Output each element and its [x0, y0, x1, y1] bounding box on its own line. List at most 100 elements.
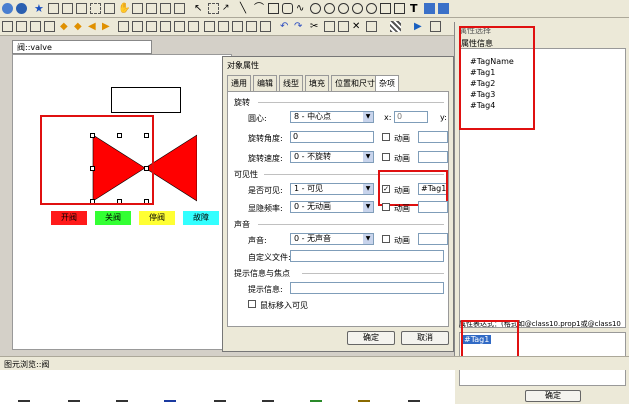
front-icon[interactable]: [30, 21, 41, 32]
layout-icon[interactable]: [62, 3, 73, 14]
pattern-icon[interactable]: [390, 21, 401, 32]
paste-icon[interactable]: [338, 21, 349, 32]
marquee-icon[interactable]: [208, 3, 219, 14]
valve-glyph-icon[interactable]: [116, 392, 128, 402]
stop-icon[interactable]: [430, 21, 441, 32]
print-icon[interactable]: [174, 3, 185, 14]
v-space-icon[interactable]: [260, 21, 271, 32]
text-icon[interactable]: T: [410, 3, 421, 14]
zoom-fit-icon[interactable]: [90, 3, 101, 14]
tab-line[interactable]: 线型: [279, 75, 303, 91]
cut-icon[interactable]: ✂: [310, 21, 321, 32]
polyline-icon[interactable]: ⌒: [254, 3, 265, 14]
tab-fill[interactable]: 填充: [305, 75, 329, 91]
tip-input[interactable]: [290, 282, 444, 294]
tab-general[interactable]: 通用: [227, 75, 251, 91]
ungroup-icon[interactable]: [16, 21, 27, 32]
align-center-icon[interactable]: [132, 21, 143, 32]
star-icon[interactable]: ★: [34, 3, 45, 14]
hand-icon[interactable]: ✋: [118, 3, 130, 14]
valve-glyph-icon[interactable]: [358, 392, 370, 402]
delete-icon[interactable]: ✕: [352, 21, 363, 32]
valve-glyph-icon[interactable]: [68, 392, 80, 402]
align-bottom-icon[interactable]: [188, 21, 199, 32]
same-height-icon[interactable]: [218, 21, 229, 32]
chart-icon[interactable]: [438, 3, 449, 14]
drawing-canvas[interactable]: 开阀 关阀 停阀 故障: [12, 54, 232, 350]
fit-height-icon[interactable]: [160, 3, 171, 14]
sound-expr-input[interactable]: [418, 233, 448, 245]
valve-label-box[interactable]: [111, 87, 181, 113]
fit-width-icon[interactable]: [146, 3, 157, 14]
flip-v-icon[interactable]: ▶: [102, 21, 113, 32]
same-size-icon[interactable]: [232, 21, 243, 32]
zoom-icon[interactable]: [104, 3, 115, 14]
custom-file-input[interactable]: [290, 250, 444, 262]
valve-glyph-icon[interactable]: [408, 392, 420, 402]
pie-icon[interactable]: [352, 3, 363, 14]
help-icon[interactable]: [16, 3, 27, 14]
ellipse-icon[interactable]: [310, 3, 321, 14]
cancel-button[interactable]: 取消: [401, 331, 449, 345]
sound-animate-label: 动画: [394, 236, 410, 245]
polygon-icon[interactable]: [380, 3, 391, 14]
center-select[interactable]: 8 - 中心点 ▼: [290, 111, 374, 123]
angle-expr-input[interactable]: [418, 131, 448, 143]
tab-position-size[interactable]: 位置和尺寸: [331, 75, 379, 91]
valve-glyph-icon[interactable]: [214, 392, 226, 402]
h-space-icon[interactable]: [246, 21, 257, 32]
speed-expr-input[interactable]: [418, 151, 448, 163]
speed-animate-checkbox[interactable]: [382, 153, 390, 161]
align-left-icon[interactable]: [118, 21, 129, 32]
ok-button[interactable]: 确定: [347, 331, 395, 345]
glyph-browser[interactable]: [0, 370, 455, 404]
copy-icon[interactable]: [324, 21, 335, 32]
same-width-icon[interactable]: [204, 21, 215, 32]
angle-animate-checkbox[interactable]: [382, 133, 390, 141]
sound-select[interactable]: 0 - 无声音 ▼: [290, 233, 374, 245]
align-middle-icon[interactable]: [174, 21, 185, 32]
rotate-left-icon[interactable]: ◆: [60, 21, 71, 32]
image-icon[interactable]: [424, 3, 435, 14]
valve-glyph-icon[interactable]: [18, 392, 30, 402]
align-icon[interactable]: [76, 3, 87, 14]
properties-icon[interactable]: [366, 21, 377, 32]
run-icon[interactable]: ▶: [414, 21, 425, 32]
frame-icon[interactable]: [132, 3, 143, 14]
grid-icon[interactable]: [48, 3, 59, 14]
circle-icon[interactable]: [324, 3, 335, 14]
back-icon[interactable]: [44, 21, 55, 32]
align-right-icon[interactable]: [146, 21, 157, 32]
undo-icon[interactable]: ↶: [280, 21, 291, 32]
mouse-visible-checkbox[interactable]: [248, 300, 256, 308]
blink-select[interactable]: 0 - 无动画 ▼: [290, 201, 374, 213]
speed-select[interactable]: 0 - 不旋转 ▼: [290, 151, 374, 163]
blink-animate-checkbox[interactable]: [382, 203, 390, 211]
round-rect-icon[interactable]: [282, 3, 293, 14]
flip-h-icon[interactable]: ◀: [88, 21, 99, 32]
align-top-icon[interactable]: [160, 21, 171, 32]
rotate-right-icon[interactable]: ◆: [74, 21, 85, 32]
side-ok-button[interactable]: 确定: [525, 390, 581, 402]
x-input[interactable]: 0: [394, 111, 428, 123]
rect-icon[interactable]: [268, 3, 279, 14]
line-icon[interactable]: ╲: [240, 3, 251, 14]
curve-icon[interactable]: ∿: [296, 3, 307, 14]
valve-glyph-icon[interactable]: [164, 392, 176, 402]
tab-misc[interactable]: 杂项: [375, 75, 399, 92]
chord-icon[interactable]: [366, 3, 377, 14]
sound-animate-checkbox[interactable]: [382, 235, 390, 243]
valve-glyph-icon[interactable]: [310, 392, 322, 402]
visible-select[interactable]: 1 - 可见 ▼: [290, 183, 374, 195]
select-arrow-icon[interactable]: ↖: [194, 3, 205, 14]
pipe-icon[interactable]: [394, 3, 405, 14]
blink-expr-input[interactable]: [418, 201, 448, 213]
group-icon[interactable]: [2, 21, 13, 32]
angle-input[interactable]: 0: [290, 131, 374, 143]
arc-icon[interactable]: [338, 3, 349, 14]
node-edit-icon[interactable]: ↗: [222, 3, 233, 14]
app-icon[interactable]: [2, 3, 13, 14]
tab-edit[interactable]: 编辑: [253, 75, 277, 91]
valve-glyph-icon[interactable]: [262, 392, 274, 402]
redo-icon[interactable]: ↷: [294, 21, 305, 32]
